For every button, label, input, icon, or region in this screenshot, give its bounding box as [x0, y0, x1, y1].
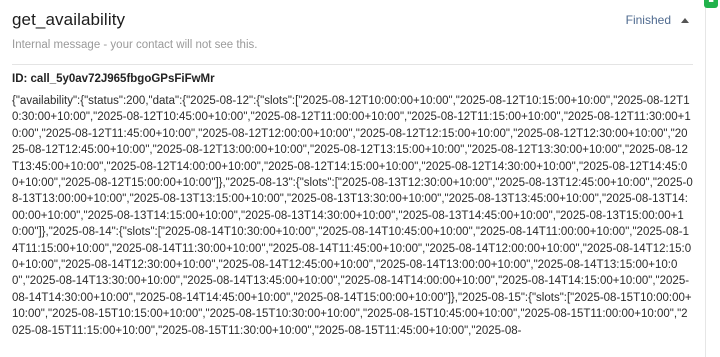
panel-header[interactable]: get_availability Finished: [0, 0, 705, 40]
tool-name: get_availability: [12, 10, 126, 29]
response-payload: {"availability":{"status":200,"data":{"2…: [12, 95, 693, 337]
tool-call-panel: get_availability Finished Internal messa…: [0, 0, 706, 357]
caret-up-icon[interactable]: [681, 17, 689, 23]
call-id: ID: call_5y0av72J965fbgoGPsFiFwMr: [12, 73, 215, 85]
status-badge-icon: ▪: [704, 0, 718, 8]
internal-note: Internal message - your contact will not…: [12, 39, 258, 51]
status-label: Finished: [625, 13, 671, 27]
